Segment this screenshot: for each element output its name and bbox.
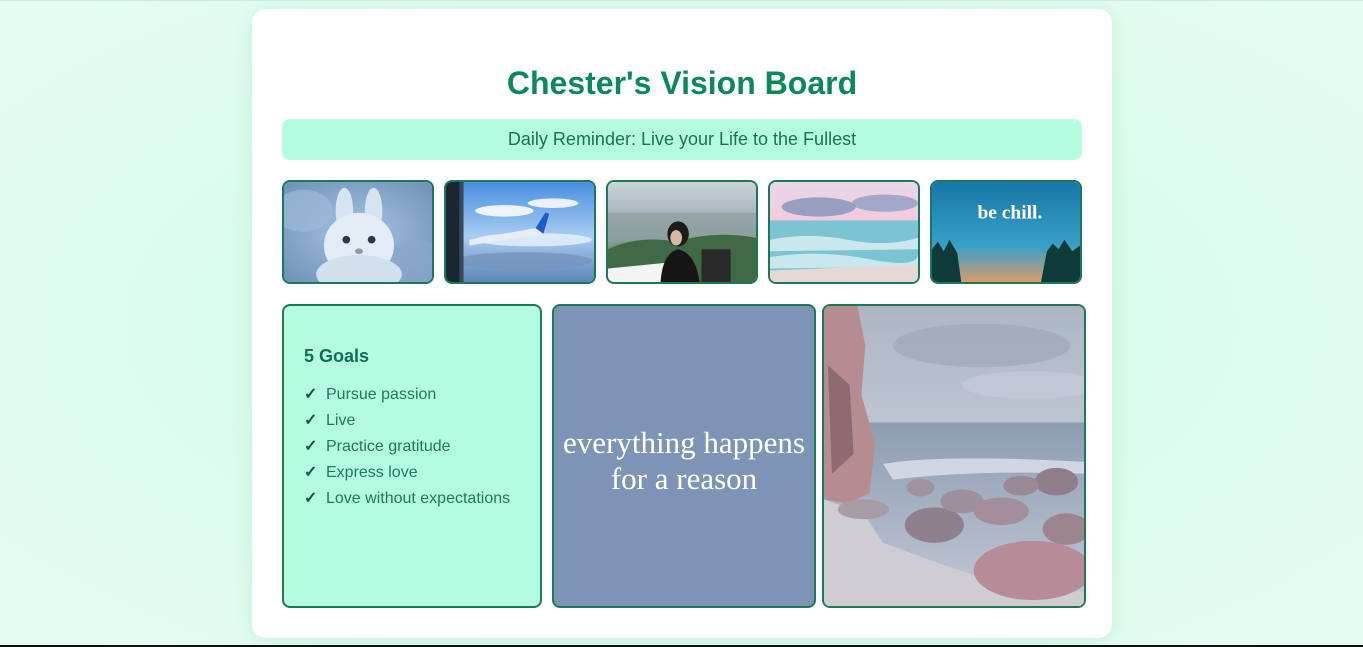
goal-item: ✓ Love without expectations bbox=[304, 486, 540, 512]
page-title: Chester's Vision Board bbox=[506, 65, 858, 101]
checkmark-icon: ✓ bbox=[304, 464, 318, 481]
goals-list: ✓ Pursue passion ✓ Live ✓ Practice gratitud… bbox=[304, 382, 540, 512]
goal-label: Live bbox=[326, 412, 356, 429]
be-chill-photo: be chill. bbox=[930, 180, 1082, 284]
goals-panel: 5 Goals ✓ Pursue passion ✓ Live ✓ Practice … bbox=[282, 304, 542, 608]
goal-label: Pursue passion bbox=[326, 386, 437, 403]
vision-board-card: Chester's Vision Board Daily Reminder: L… bbox=[252, 9, 1112, 638]
rocky-beach-photo bbox=[822, 304, 1086, 608]
checkmark-icon: ✓ bbox=[304, 438, 318, 455]
woman-overlook-photo bbox=[606, 180, 758, 284]
bunny-photo bbox=[282, 180, 434, 284]
window-top-border bbox=[0, 0, 1363, 1]
goal-item: ✓ Pursue passion bbox=[304, 382, 540, 408]
daily-reminder-banner: Daily Reminder: Live your Life to the Fu… bbox=[282, 119, 1082, 160]
quote-text: everything happens for a reason bbox=[563, 425, 805, 496]
goals-heading: 5 Goals bbox=[304, 346, 370, 366]
be-chill-caption: be chill. bbox=[977, 203, 1042, 224]
goal-item: ✓ Express love bbox=[304, 460, 540, 486]
goal-label: Express love bbox=[326, 464, 418, 481]
quote-panel: everything happens for a reason bbox=[552, 304, 816, 608]
goal-item: ✓ Practice gratitude bbox=[304, 434, 540, 460]
checkmark-icon: ✓ bbox=[304, 412, 318, 429]
ocean-sunset-photo bbox=[768, 180, 920, 284]
checkmark-icon: ✓ bbox=[304, 490, 318, 507]
checkmark-icon: ✓ bbox=[304, 386, 318, 403]
goal-label: Practice gratitude bbox=[326, 438, 451, 455]
airplane-wing-photo bbox=[444, 180, 596, 284]
goal-label: Love without expectations bbox=[326, 490, 511, 507]
goal-item: ✓ Live bbox=[304, 408, 540, 434]
